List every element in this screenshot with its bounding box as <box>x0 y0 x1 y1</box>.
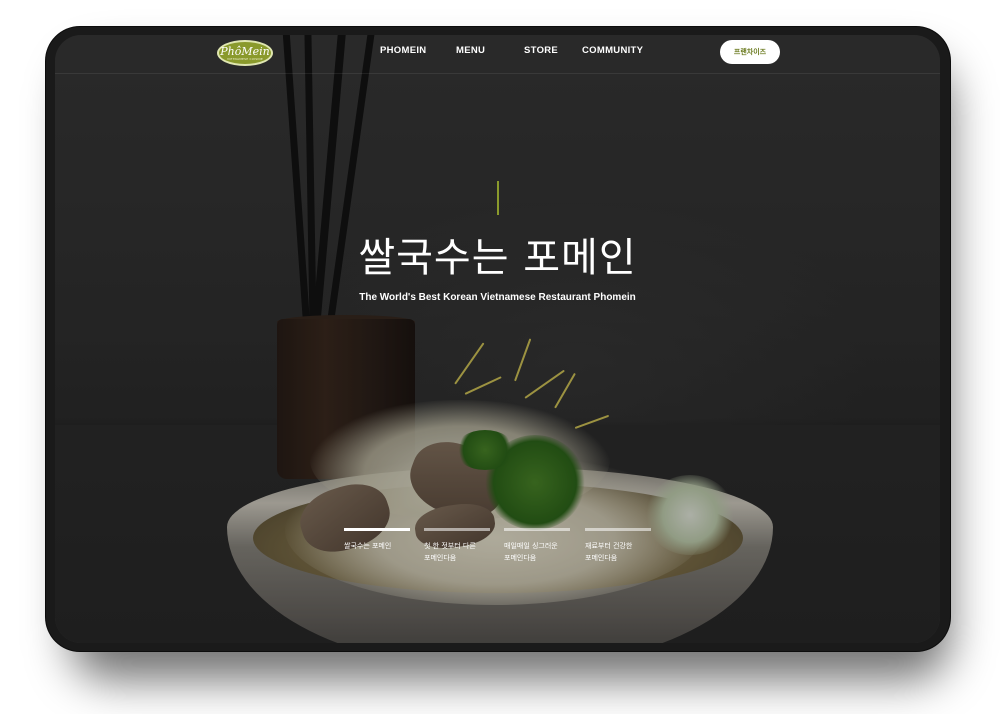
feature-tab-label: 매일매일 싱그러운 포메인다움 <box>504 542 558 562</box>
feature-tab-indicator <box>424 528 490 531</box>
feature-tab-label: 첫 한 젓부터 다른 포메인다움 <box>424 542 476 562</box>
franchise-button[interactable]: 프랜차이즈 <box>720 40 780 64</box>
hero-title: 쌀국수는 포메인 <box>358 235 637 281</box>
feature-tab-indicator <box>504 528 570 531</box>
feature-tab-1[interactable]: 쌀국수는 포메인 <box>344 528 414 552</box>
logo-text: PhôMein <box>220 44 270 58</box>
nav-item-store[interactable]: STORE <box>524 45 558 56</box>
nav-item-menu[interactable]: MENU <box>456 45 485 56</box>
top-navigation: PhôMein VIETNAMESE CUISINE PHOMEIN MENU … <box>55 35 940 74</box>
hero-subtitle: The World's Best Korean Vietnamese Resta… <box>359 292 636 303</box>
feature-tab-label: 재료부터 건강한 포메인다움 <box>585 542 633 562</box>
feature-tab-3[interactable]: 매일매일 싱그러운 포메인다움 <box>504 528 574 564</box>
nav-item-community[interactable]: COMMUNITY <box>582 45 643 56</box>
hero-overlay <box>55 35 940 643</box>
feature-tab-4[interactable]: 재료부터 건강한 포메인다움 <box>585 528 655 564</box>
logo-subtext: VIETNAMESE CUISINE <box>227 56 263 61</box>
feature-tab-2[interactable]: 첫 한 젓부터 다른 포메인다움 <box>424 528 494 564</box>
nav-item-phomein[interactable]: PHOMEIN <box>380 45 426 56</box>
phomein-logo[interactable]: PhôMein VIETNAMESE CUISINE <box>217 40 273 66</box>
feature-tab-indicator <box>344 528 410 531</box>
feature-tab-indicator <box>585 528 651 531</box>
hero-accent-line <box>497 181 499 215</box>
website-screen: PhôMein VIETNAMESE CUISINE PHOMEIN MENU … <box>55 35 940 643</box>
feature-tab-label: 쌀국수는 포메인 <box>344 542 392 550</box>
